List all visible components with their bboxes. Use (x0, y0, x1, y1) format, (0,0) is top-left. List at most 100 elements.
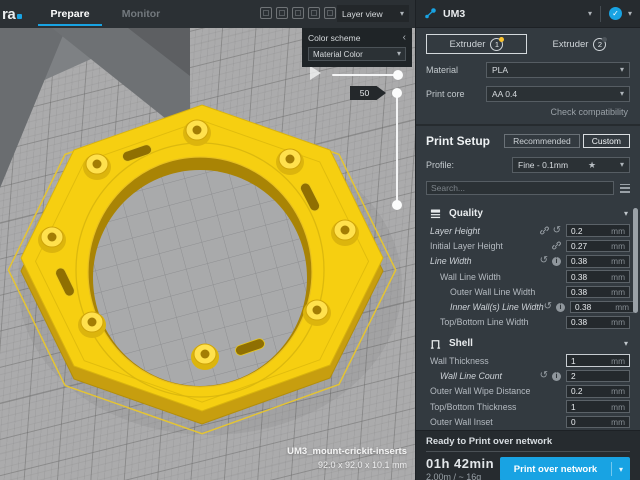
quality-icon (430, 208, 441, 219)
value-field[interactable]: 2 (566, 370, 630, 383)
custom-button[interactable]: Custom (583, 134, 630, 148)
value-field[interactable]: 0mm (566, 416, 630, 429)
revert-icon[interactable]: ↺ (553, 226, 561, 236)
settings-filter-icon[interactable] (620, 184, 630, 193)
chevron-down-icon[interactable]: ▾ (612, 465, 630, 474)
machine-dropdown-chevron[interactable]: ▾ (588, 10, 592, 18)
value-text: 0.2 (571, 386, 583, 396)
unit-text: mm (611, 256, 625, 266)
recommended-button[interactable]: Recommended (504, 134, 580, 148)
profile-label: Profile: (426, 160, 512, 170)
value-field[interactable]: 1 mm (566, 400, 630, 413)
chevron-down-icon: ▾ (397, 50, 401, 58)
color-scheme-dropdown[interactable]: Material Color▾ (308, 47, 406, 61)
section-header-quality[interactable]: Quality▾ (416, 203, 630, 223)
layer-slider-upper-handle[interactable] (392, 88, 402, 98)
revert-icon[interactable]: ↺ (540, 371, 548, 381)
favorite-star-icon[interactable]: ★ (588, 160, 596, 171)
value-field[interactable]: 1mm (566, 354, 630, 367)
link-icon[interactable] (540, 226, 549, 235)
view-right-icon[interactable] (324, 7, 336, 19)
extruder-1-tab[interactable]: Extruder 1 (426, 34, 527, 54)
extruder-label: Extruder (450, 39, 486, 50)
value-text: 1 (571, 402, 576, 412)
profile-select[interactable]: Fine - 0.1mm ★ ▾ (512, 157, 630, 173)
top-toolbar: ra Prepare Monitor Layer view▾ (0, 0, 415, 28)
cura-app-window: ra Prepare Monitor Layer view▾ Color sch… (0, 0, 640, 480)
tab-prepare[interactable]: Prepare (36, 0, 104, 28)
setting-label: Top/Bottom Line Width (430, 317, 529, 327)
value-field[interactable]: 0.38mm (566, 270, 630, 283)
unit-text: mm (611, 417, 625, 427)
path-slider[interactable] (332, 74, 398, 76)
collapse-panel-icon[interactable]: ‹ (403, 32, 406, 43)
view-left-icon[interactable] (308, 7, 320, 19)
sidebar: UM3 ▾ ✓ ▾ Extruder 1 Extruder 2 (415, 0, 640, 480)
print-time-estimate: 01h 42min (426, 456, 494, 471)
layer-slider-lower-handle[interactable] (392, 200, 402, 210)
unit-text: mm (611, 386, 625, 396)
view-front-icon[interactable] (276, 7, 288, 19)
info-icon[interactable]: i (552, 257, 561, 266)
setting-row-wall-line-count: Wall Line Count ↺ i2 (416, 368, 630, 383)
revert-icon[interactable]: ↺ (544, 302, 552, 312)
chevron-down-icon: ▾ (400, 10, 404, 18)
extruder-2-tab[interactable]: Extruder 2 (529, 34, 630, 54)
view-mode-dropdown[interactable]: Layer view▾ (337, 5, 409, 22)
unit-text: mm (611, 402, 625, 412)
setting-label: Wall Line Count (430, 371, 502, 381)
value-field[interactable]: 0.38mm (566, 286, 630, 299)
setting-label: Layer Height (430, 226, 480, 236)
unit-text: mm (615, 302, 629, 312)
extruder-status-dot (602, 37, 607, 42)
check-compatibility-link[interactable]: Check compatibility (428, 107, 628, 117)
search-row (426, 181, 630, 195)
value-field[interactable]: 0.38 mm (566, 255, 630, 268)
value-text: 0.38 (571, 256, 587, 266)
value-text: 0.27 (571, 241, 587, 251)
path-slider-handle[interactable] (393, 70, 403, 80)
value-field[interactable]: 0.38mm (570, 301, 634, 314)
value-text: 0.38 (571, 272, 587, 282)
value-field[interactable]: 0.38 mm (566, 316, 630, 329)
scrollbar-handle[interactable] (633, 208, 638, 313)
print-setup-header: Print Setup Recommended Custom (426, 134, 630, 148)
value-field[interactable]: 0.27mm (566, 240, 630, 253)
setting-row-initial-layer-height: Initial Layer Height0.27mm (416, 238, 630, 253)
unit-text: mm (611, 317, 625, 327)
print-core-select[interactable]: AA 0.4▾ (486, 86, 630, 102)
value-text: 0.2 (571, 226, 583, 236)
print-setup-title: Print Setup (426, 134, 490, 148)
search-input[interactable] (426, 181, 614, 195)
play-simulation-button[interactable] (310, 66, 321, 80)
info-icon[interactable]: i (556, 303, 565, 312)
color-scheme-panel: Color scheme ‹ Material Color▾ (302, 28, 412, 67)
material-select[interactable]: PLA▾ (486, 62, 630, 78)
extruder-tabs: Extruder 1 Extruder 2 (426, 34, 630, 54)
revert-icon[interactable]: ↺ (540, 256, 548, 266)
view-3d-icon[interactable] (260, 7, 272, 19)
viewport-3d[interactable]: ra Prepare Monitor Layer view▾ Color sch… (0, 0, 415, 480)
setting-label: Wall Thickness (430, 356, 489, 366)
setting-row-top-bottom-line-width: Top/Bottom Line Width 0.38 mm (416, 315, 630, 330)
layer-slider[interactable] (396, 93, 398, 205)
setting-label: Outer Wall Line Width (430, 287, 535, 297)
print-core-label: Print core (426, 89, 486, 99)
print-over-network-button[interactable]: Print over network ▾ (500, 457, 630, 480)
info-icon[interactable]: i (552, 372, 561, 381)
logo-dot (17, 14, 22, 19)
value-field[interactable]: 0.2 mm (566, 385, 630, 398)
extruder-number-badge: 2 (593, 38, 606, 51)
network-printer-icon (424, 7, 437, 20)
tab-monitor[interactable]: Monitor (112, 0, 170, 28)
link-icon[interactable] (552, 241, 561, 250)
value-field[interactable]: 0.2mm (566, 224, 630, 237)
output-footer: Ready to Print over network 01h 42min 2.… (416, 430, 640, 480)
status-dropdown-chevron[interactable]: ▾ (628, 10, 632, 18)
view-top-icon[interactable] (292, 7, 304, 19)
model-3d[interactable] (0, 0, 415, 480)
shell-icon (430, 338, 441, 349)
section-header-shell[interactable]: Shell▾ (416, 333, 630, 353)
model-label: UM3_mount-crickit-inserts 92.0 x 92.0 x … (287, 446, 407, 470)
value-text: 0.38 (571, 317, 587, 327)
